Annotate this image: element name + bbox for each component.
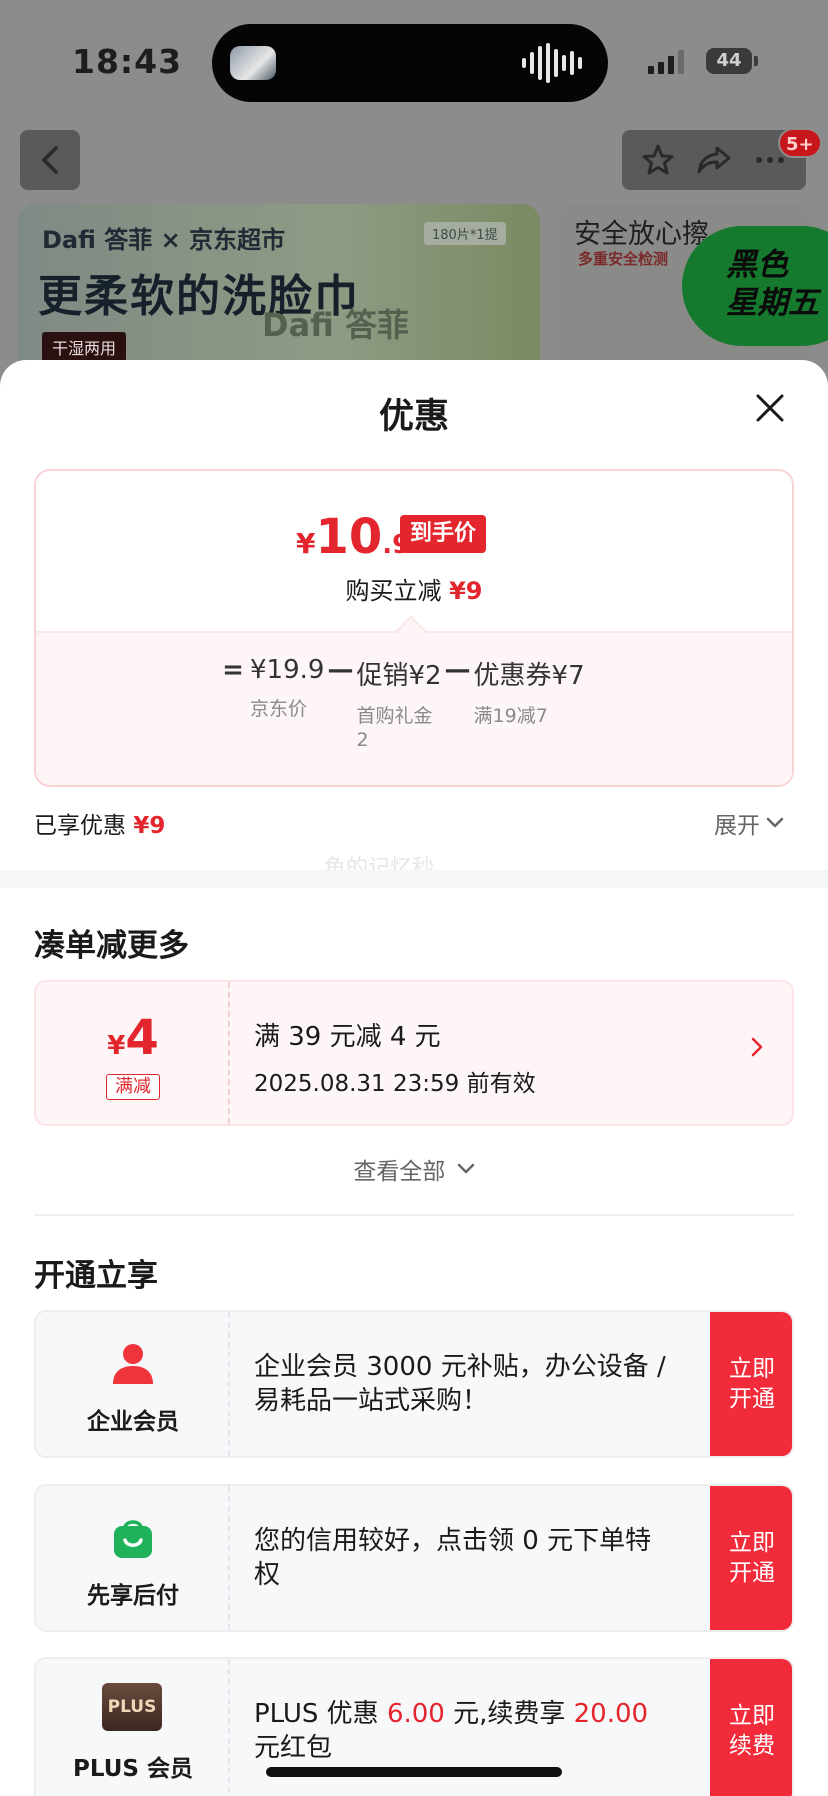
now-playing-thumbnail — [230, 46, 276, 80]
instant-discount-label: 购买立减 — [345, 577, 442, 605]
final-price-integer: 10 — [315, 509, 383, 565]
instant-discount-amount: ¥9 — [449, 577, 483, 605]
banner-brand: Dafi 答菲 × 京东超市 — [42, 226, 286, 254]
offer-desc-text: 元红包 — [254, 1733, 333, 1763]
coupon-amount-area: ¥4 满减 — [36, 982, 230, 1124]
banner-pack-chip: 180片*1提 — [424, 222, 506, 245]
minus-sign: — — [444, 655, 471, 685]
price-breakdown-card: ¥10.9 到手价 购买立减 ¥9 = ¥19.9 京东价 — 促销¥2 首购礼… — [34, 469, 794, 787]
formula-label: 首购礼金 2 — [356, 705, 433, 751]
final-price-section: ¥10.9 到手价 购买立减 ¥9 — [36, 471, 792, 631]
battery-icon: 44 — [706, 48, 752, 74]
star-icon[interactable] — [640, 142, 676, 178]
final-price-currency: ¥ — [296, 527, 316, 560]
formula-label: 京东价 — [250, 698, 308, 720]
plus-logo: PLUS — [102, 1683, 162, 1731]
audio-waveform-icon — [522, 42, 582, 84]
open-now-button[interactable]: 立即开通 — [710, 1312, 792, 1456]
offer-desc-text: 元,续费享 — [444, 1699, 574, 1729]
close-icon[interactable] — [748, 386, 792, 430]
offer-name: 企业会员 — [87, 1409, 179, 1435]
offer-description: 企业会员 3000 元补贴，办公设备 / 易耗品一站式采购！ — [254, 1352, 666, 1416]
coupon-value: 4 — [125, 1010, 159, 1066]
open-now-button[interactable]: 立即开通 — [710, 1486, 792, 1630]
formula-item-jd-price: ¥19.9 京东价 — [250, 655, 324, 721]
price-formula: = ¥19.9 京东价 — 促销¥2 首购礼金 2 — 优惠券¥7 满19减7 — [216, 655, 585, 752]
offer-desc-text: PLUS 优惠 — [254, 1699, 387, 1729]
formula-item-coupon: 优惠券¥7 满19减7 — [474, 655, 585, 728]
minus-sign: — — [327, 655, 354, 685]
battery-tip — [754, 56, 758, 66]
formula-label: 满19减7 — [473, 705, 548, 727]
enjoyed-discount-amount: ¥9 — [133, 813, 166, 839]
expand-label: 展开 — [714, 813, 760, 839]
coupon-type-badge: 满减 — [106, 1074, 160, 1100]
final-price-tag: 到手价 — [400, 515, 487, 553]
offer-description: 您的信用较好，点击领 0 元下单特权 — [254, 1526, 652, 1590]
chevron-right-icon — [751, 1037, 763, 1057]
enjoyed-discount-label: 已享优惠 — [34, 813, 126, 839]
offer-label-area: 先享后付 — [36, 1486, 230, 1630]
view-all-label: 查看全部 — [353, 1159, 446, 1185]
offer-desc-amount: 20.00 — [573, 1699, 649, 1729]
banner-secondary-title: 安全放心擦 — [574, 219, 709, 250]
chevron-left-icon — [42, 146, 58, 174]
banner-secondary-subtitle: 多重安全检测 — [578, 250, 669, 268]
status-bar: 18:43 44 — [0, 0, 828, 120]
dynamic-island — [212, 24, 608, 102]
coupon-rule: 满 39 元减 4 元 — [254, 1022, 441, 1052]
banner-pack-brand: Dafi 答菲 — [262, 306, 410, 344]
shopping-bag-icon — [114, 1520, 152, 1558]
coupon-validity: 2025.08.31 23:59 前有效 — [254, 1071, 536, 1097]
chevron-down-icon — [766, 817, 784, 828]
offer-name: PLUS 会员 — [73, 1756, 193, 1782]
banner-tag: 干湿两用 — [42, 332, 127, 362]
final-price: ¥10.9 — [296, 509, 410, 565]
equals-sign: = — [222, 655, 244, 685]
coupon-currency: ¥ — [107, 1031, 126, 1061]
renew-now-button[interactable]: 立即续费 — [710, 1659, 792, 1796]
expand-button[interactable]: 展开 — [714, 806, 784, 840]
instant-discount: 购买立减 ¥9 — [36, 571, 792, 606]
formula-value: 促销¥2 — [356, 661, 442, 691]
coupon-card[interactable]: ¥4 满减 满 39 元减 4 元 2025.08.31 23:59 前有效 — [34, 980, 794, 1126]
offer-name: 先享后付 — [87, 1583, 179, 1609]
view-all-button[interactable]: 查看全部 — [0, 1152, 828, 1186]
offer-label-area: PLUS PLUS 会员 — [36, 1659, 230, 1796]
divider-line — [34, 1214, 794, 1216]
formula-value: 优惠券¥7 — [473, 661, 585, 691]
share-icon[interactable] — [695, 142, 733, 178]
sheet-title: 优惠 — [378, 397, 449, 437]
back-button[interactable] — [20, 130, 80, 190]
person-icon — [113, 1344, 153, 1384]
offer-description: PLUS 优惠 6.00 元,续费享 20.00 元红包 — [254, 1697, 674, 1765]
message-count-badge: 5+ — [778, 128, 822, 158]
more-discount-title: 凑单减更多 — [34, 928, 189, 964]
section-divider — [0, 870, 828, 888]
offer-pay-later: 先享后付 您的信用较好，点击领 0 元下单特权 立即开通 — [34, 1484, 794, 1632]
background-page: 18:43 44 5+ Dafi 答菲 × 京东超市 更柔软的洗脸巾 干湿两用 … — [0, 0, 828, 400]
chevron-down-icon — [457, 1163, 474, 1174]
discount-sheet: 优惠 ¥10.9 到手价 购买立减 ¥9 = ¥19.9 京东价 — 促销¥2 … — [0, 360, 828, 1796]
coupon-amount: ¥4 — [36, 1010, 230, 1066]
status-time: 18:43 — [72, 42, 183, 81]
offer-desc-amount: 6.00 — [386, 1699, 445, 1729]
black-friday-badge: 黑色 星期五 — [682, 226, 828, 346]
cellular-signal-icon — [648, 50, 684, 74]
open-benefits-title: 开通立享 — [34, 1258, 158, 1294]
formula-value: ¥19.9 — [250, 655, 325, 685]
formula-item-promotion: 促销¥2 首购礼金 2 — [356, 655, 441, 752]
offer-enterprise-member: 企业会员 企业会员 3000 元补贴，办公设备 / 易耗品一站式采购！ 立即开通 — [34, 1310, 794, 1458]
home-indicator[interactable] — [266, 1767, 562, 1777]
enjoyed-discount: 已享优惠 ¥9 — [34, 806, 165, 840]
offer-label-area: 企业会员 — [36, 1312, 230, 1456]
